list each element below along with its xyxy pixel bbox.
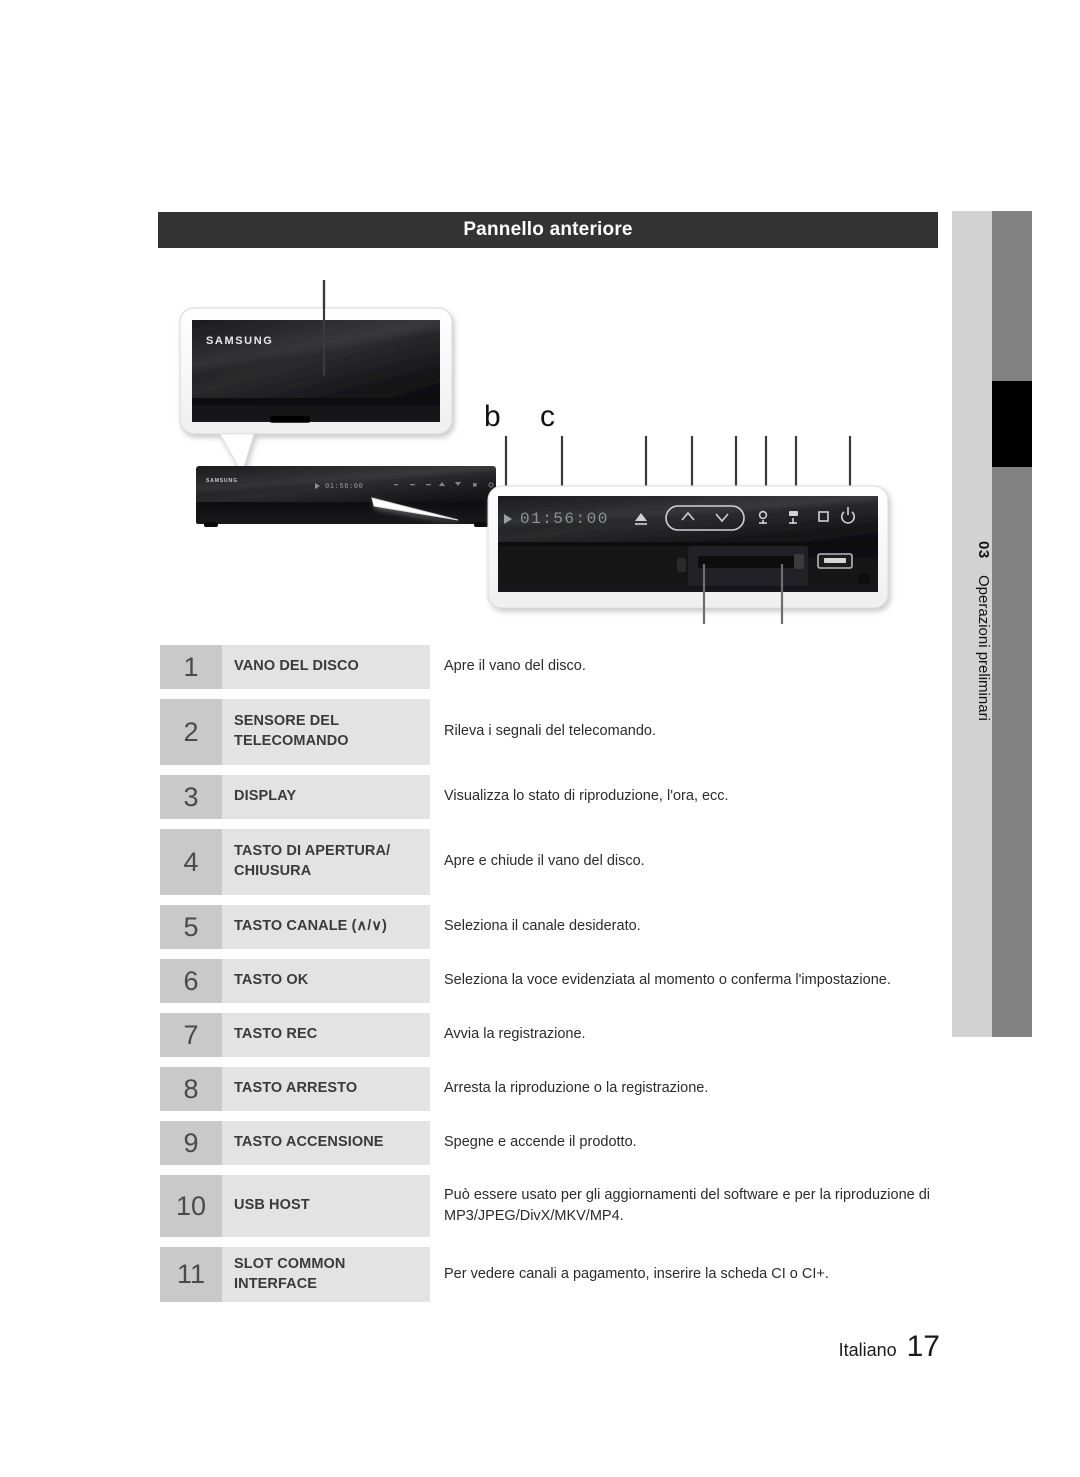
svg-text:01:56:00: 01:56:00: [325, 483, 363, 491]
table-row: 1 VANO DEL DISCO Apre il vano del disco.: [160, 645, 960, 689]
display-time: 01:56:00: [520, 510, 609, 528]
chapter-label: Operazioni preliminari: [975, 574, 992, 721]
footer-language: Italiano: [838, 1340, 897, 1360]
row-number: 11: [160, 1247, 222, 1303]
table-row: 6 TASTO OK Seleziona la voce evidenziata…: [160, 959, 960, 1003]
row-label: TASTO REC: [222, 1013, 430, 1057]
front-panel-illustration: SAMSUNG SAMSUNG 01:56:00 b c 01:56:00: [158, 258, 938, 628]
brand-logo-device: SAMSUNG: [206, 478, 238, 484]
magnified-front-panel: 01:56:00: [487, 485, 889, 609]
row-description: Apre e chiude il vano del disco.: [444, 853, 645, 870]
vfd-display: 01:56:00: [504, 510, 609, 528]
page-title: Pannello anteriore: [463, 219, 633, 240]
row-description: Rileva i segnali del telecomando.: [444, 723, 656, 740]
callout-letter-b: b: [484, 400, 501, 433]
row-number: 2: [160, 699, 222, 765]
row-number: 1: [160, 645, 222, 689]
row-number: 4: [160, 829, 222, 895]
row-description: Per vedere canali a pagamento, inserire …: [444, 1266, 829, 1283]
table-row: 7 TASTO REC Avvia la registrazione.: [160, 1013, 960, 1057]
table-row: 3 DISPLAY Visualizza lo stato di riprodu…: [160, 775, 960, 819]
row-description: Arresta la riproduzione o la registrazio…: [444, 1080, 709, 1097]
row-number: 10: [160, 1175, 222, 1237]
row-description: Visualizza lo stato di riproduzione, l'o…: [444, 788, 729, 805]
table-row: 2 SENSORE DEL TELECOMANDO Rileva i segna…: [160, 699, 960, 765]
table-row: 10 USB HOST Può essere usato per gli agg…: [160, 1175, 960, 1237]
chapter-side-tab: 03 Operazioni preliminari: [952, 211, 1040, 1037]
row-label: USB HOST: [222, 1175, 430, 1237]
footer-page-number: 17: [906, 1330, 940, 1363]
row-number: 5: [160, 905, 222, 949]
side-tab-dark-strip: [992, 211, 1032, 1037]
page-footer: Italiano 17: [839, 1330, 940, 1364]
chapter-number: 03: [975, 541, 992, 559]
row-label: TASTO DI APERTURA/ CHIUSURA: [222, 829, 430, 895]
row-number: 9: [160, 1121, 222, 1165]
brand-logo-callout: SAMSUNG: [206, 335, 273, 347]
row-description: Può essere usato per gli aggiornamenti d…: [444, 1186, 931, 1224]
row-label: TASTO ACCENSIONE: [222, 1121, 430, 1165]
row-number: 6: [160, 959, 222, 1003]
row-description: Seleziona la voce evidenziata al momento…: [444, 972, 891, 989]
row-label: VANO DEL DISCO: [222, 645, 430, 689]
table-row: 8 TASTO ARRESTO Arresta la riproduzione …: [160, 1067, 960, 1111]
table-row: 5 TASTO CANALE (∧/∨) Seleziona il canale…: [160, 905, 960, 949]
row-number: 3: [160, 775, 222, 819]
row-number: 7: [160, 1013, 222, 1057]
manual-page: Pannello anteriore 03 Operazioni prelimi…: [0, 0, 1080, 1477]
row-label: TASTO OK: [222, 959, 430, 1003]
table-row: 11 SLOT COMMON INTERFACE Per vedere cana…: [160, 1247, 960, 1303]
row-description: Spegne e accende il prodotto.: [444, 1134, 637, 1151]
row-description: Avvia la registrazione.: [444, 1026, 586, 1043]
row-label: TASTO CANALE (∧/∨): [222, 905, 430, 949]
row-description: Seleziona il canale desiderato.: [444, 918, 641, 935]
row-label: TASTO ARRESTO: [222, 1067, 430, 1111]
row-label: SLOT COMMON INTERFACE: [222, 1247, 430, 1303]
row-label: SENSORE DEL TELECOMANDO: [222, 699, 430, 765]
side-tab-chapter-marker: [992, 381, 1032, 467]
callout-letter-c: c: [540, 400, 555, 433]
row-number: 8: [160, 1067, 222, 1111]
row-label: DISPLAY: [222, 775, 430, 819]
row-description: Apre il vano del disco.: [444, 658, 586, 675]
callout-box-top: SAMSUNG: [179, 307, 453, 435]
table-row: 4 TASTO DI APERTURA/ CHIUSURA Apre e chi…: [160, 829, 960, 895]
section-header-bar: Pannello anteriore: [158, 212, 938, 248]
table-row: 9 TASTO ACCENSIONE Spegne e accende il p…: [160, 1121, 960, 1165]
front-panel-legend-table: 1 VANO DEL DISCO Apre il vano del disco.…: [160, 645, 960, 1312]
